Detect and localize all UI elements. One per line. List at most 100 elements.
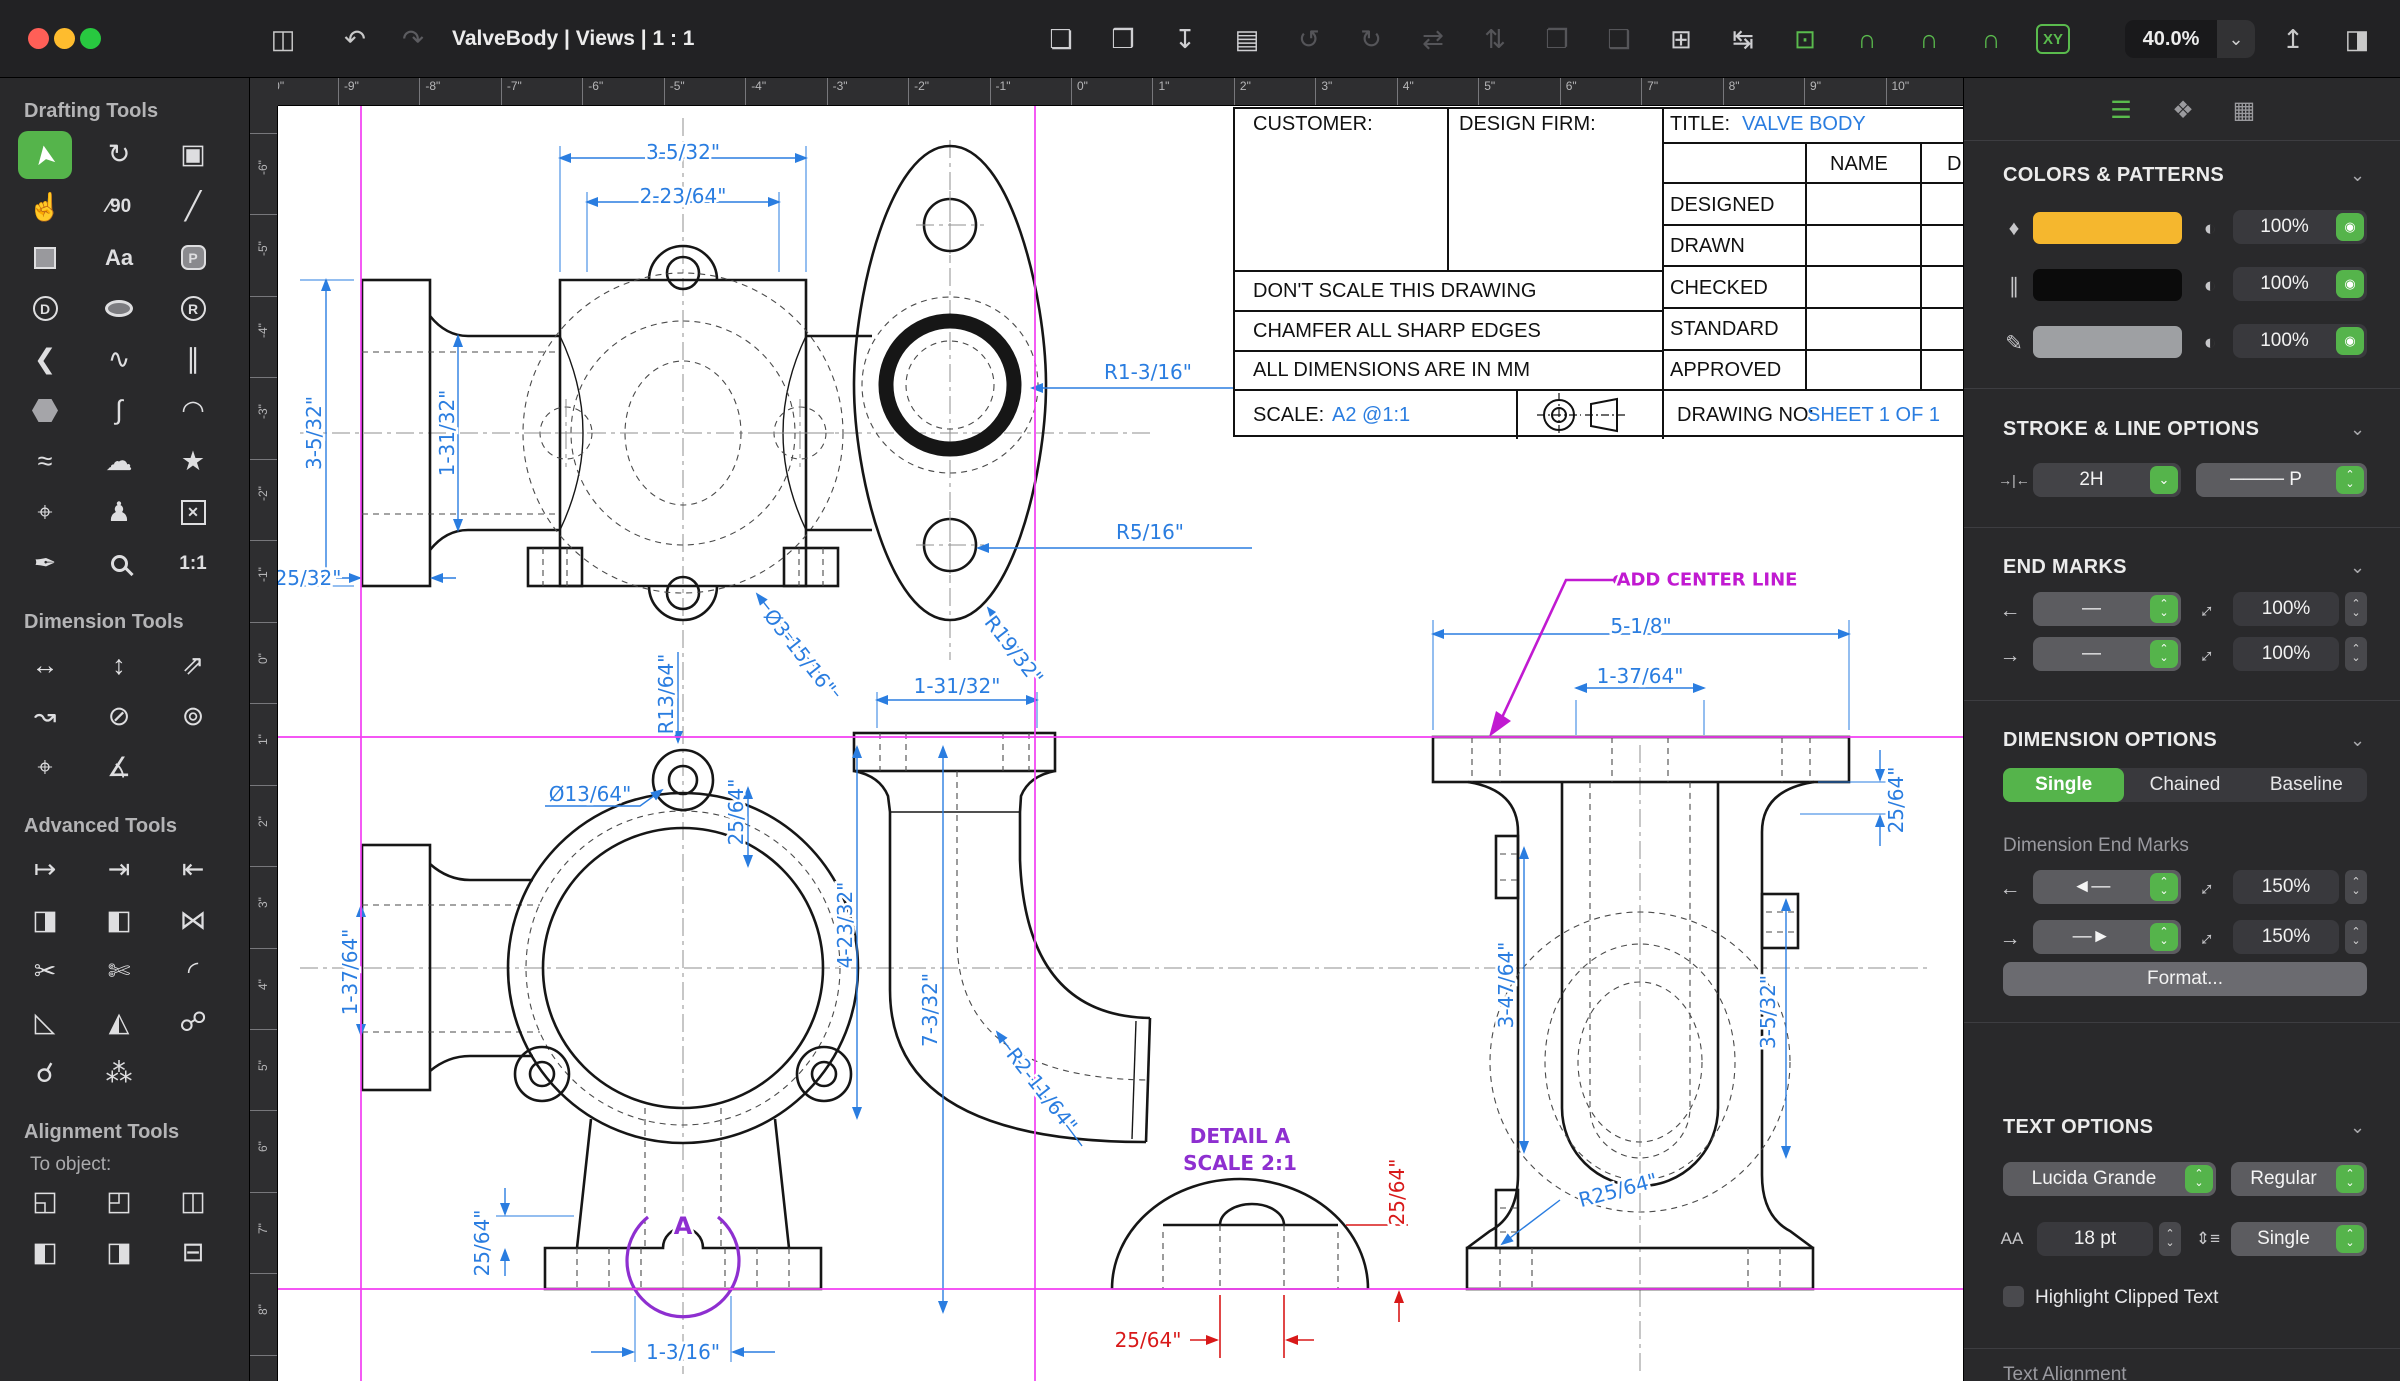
stepper-control[interactable]: ⌃ ⌄ — [2159, 1222, 2181, 1256]
font-family-dropdown[interactable]: Lucida Grande ⌃ ⌄ — [2003, 1162, 2216, 1196]
tool-rotate[interactable]: ↻ — [88, 129, 150, 180]
pencil-color-swatch[interactable] — [2033, 326, 2182, 358]
line-style-dropdown[interactable]: ──── P ⌃ ⌄ — [2196, 463, 2367, 497]
tool-parallel-lines[interactable]: ∥ — [162, 334, 224, 385]
tool-circle-diameter[interactable]: D — [14, 283, 76, 334]
contrast-icon[interactable]: ◐ — [2197, 274, 2223, 298]
stepper-control[interactable]: ⌃ ⌄ — [2345, 920, 2367, 954]
tool-vertical-dimension[interactable]: ↕ — [88, 640, 150, 691]
text-options-header[interactable]: TEXT OPTIONS — [2003, 1116, 2153, 1139]
tool-ratio[interactable]: 1:1 — [162, 538, 224, 589]
new-file-icon[interactable]: ❏ — [1038, 16, 1084, 62]
tool-rounded-rect[interactable]: R — [162, 283, 224, 334]
title-value[interactable]: VALVE BODY — [1742, 113, 1866, 136]
chevron-down-icon[interactable]: ⌄ — [2217, 20, 2255, 58]
stepper-control[interactable]: ⌃ ⌄ — [2345, 592, 2367, 626]
open-folder-icon[interactable]: ❒ — [1100, 16, 1146, 62]
tab-swatches[interactable]: ▦ — [2222, 90, 2266, 130]
tool-ellipse[interactable] — [88, 283, 150, 334]
slider-icon[interactable]: ◉ — [2336, 270, 2364, 298]
insert-table-icon[interactable]: ⊞ — [1658, 16, 1704, 62]
format-button[interactable]: Format... — [2003, 962, 2367, 996]
tool-arrow-shape[interactable]: ❮ — [14, 334, 76, 385]
tool-boolean-subtract[interactable]: ◧ — [88, 895, 150, 946]
tool-boolean-union[interactable]: ◨ — [14, 895, 76, 946]
tool-line[interactable]: ╱ — [162, 181, 224, 232]
tool-align-left[interactable]: ◧ — [14, 1227, 76, 1278]
slider-icon[interactable]: ◉ — [2336, 327, 2364, 355]
tool-diameter-dimension[interactable]: ⊘ — [88, 691, 150, 742]
tool-join-paths[interactable]: ⋈ — [162, 895, 224, 946]
tool-mirror[interactable]: ◭ — [88, 997, 150, 1048]
fill-color-swatch[interactable] — [2033, 212, 2182, 244]
start-mark-scale-field[interactable]: 100% — [2233, 592, 2339, 626]
colors-patterns-header[interactable]: COLORS & PATTERNS — [2003, 164, 2224, 187]
print-icon[interactable]: ▤ — [1224, 16, 1270, 62]
stepper-control[interactable]: ⌃ ⌄ — [2345, 637, 2367, 671]
close-button[interactable] — [28, 28, 49, 49]
vertical-ruler[interactable]: -6"-5"-4"-3"-2"-1"0"1"2"3"4"5"6"7"8"9" — [250, 106, 278, 1381]
stroke-options-header[interactable]: STROKE & LINE OPTIONS — [2003, 418, 2259, 441]
line-spacing-dropdown[interactable]: Single ⌃ ⌄ — [2231, 1222, 2367, 1256]
tool-select[interactable]: ➤ — [18, 131, 72, 179]
mode-baseline[interactable]: Baseline — [2246, 768, 2367, 802]
tool-align-bottom[interactable]: ◱ — [14, 1176, 76, 1227]
end-mark-scale-field[interactable]: 100% — [2233, 637, 2339, 671]
tool-point[interactable]: ⌖ — [14, 487, 76, 538]
stepper-control[interactable]: ⌃ ⌄ — [2345, 870, 2367, 904]
tab-style[interactable]: ☰ — [2099, 90, 2143, 130]
snap-to-vertical-icon[interactable]: ∩ — [1906, 16, 1952, 62]
dimension-options-header[interactable]: DIMENSION OPTIONS — [2003, 729, 2217, 752]
scale-value[interactable]: A2 @1:1 — [1332, 404, 1410, 427]
dim-end-scale-field[interactable]: 150% — [2233, 920, 2339, 954]
tool-star[interactable]: ★ — [162, 436, 224, 487]
zoom-window-button[interactable] — [80, 28, 101, 49]
dim-end-mark-dropdown[interactable]: —► ⌃ ⌄ — [2033, 920, 2181, 954]
tool-rectangle[interactable] — [14, 232, 76, 283]
tool-angle-dimension[interactable]: ∡ — [88, 742, 150, 793]
tool-eyedropper[interactable]: ✒ — [14, 538, 76, 589]
chevron-down-icon[interactable]: ⌄ — [2350, 557, 2365, 578]
tool-horizontal-dimension[interactable]: ↔ — [14, 640, 76, 691]
tool-blob[interactable]: ☁ — [88, 436, 150, 487]
snap-to-horizontal-icon[interactable]: ∩ — [1844, 16, 1890, 62]
tool-chamfer[interactable]: ◺ — [14, 997, 76, 1048]
tool-hand[interactable]: ☝ — [14, 181, 76, 232]
end-mark-dropdown[interactable]: — ⌃ ⌄ — [2033, 637, 2181, 671]
mode-chained[interactable]: Chained — [2124, 768, 2245, 802]
tool-align-center-horizontal[interactable]: ◫ — [162, 1176, 224, 1227]
tool-polygon[interactable] — [14, 385, 76, 436]
resize-icon[interactable]: ↕ — [2189, 638, 2224, 673]
resize-icon[interactable]: ↕ — [2189, 593, 2224, 628]
dimension-lines-icon[interactable]: ↹ — [1720, 16, 1766, 62]
tool-freehand[interactable]: ≈ — [14, 436, 76, 487]
tool-text[interactable]: Aa — [88, 232, 150, 283]
tool-unlink-all[interactable]: ⁂ — [88, 1048, 150, 1099]
tab-layers[interactable]: ❖ — [2161, 90, 2205, 130]
pen-hardness-dropdown[interactable]: 2H ⌄ — [2033, 463, 2181, 497]
sidebar-toggle-icon[interactable]: ◫ — [262, 18, 304, 60]
tool-transform[interactable]: ▣ — [162, 129, 224, 180]
chevron-down-icon[interactable]: ⌄ — [2350, 1117, 2365, 1138]
drawing-no-value[interactable]: SHEET 1 OF 1 — [1807, 404, 1940, 427]
share-button[interactable]: ↥ — [2272, 18, 2314, 60]
chevron-down-icon[interactable]: ⌄ — [2350, 165, 2365, 186]
undo-button[interactable]: ↶ — [334, 18, 376, 60]
chevron-down-icon[interactable]: ⌄ — [2350, 419, 2365, 440]
resize-icon[interactable]: ↕ — [2189, 921, 2224, 956]
tool-arc[interactable]: ◠ — [162, 385, 224, 436]
pencil-opacity-field[interactable]: 100% ◉ — [2233, 324, 2367, 358]
zoom-control[interactable]: 40.0% ⌄ — [2125, 20, 2255, 58]
tool-extend-left[interactable]: ⇥ — [88, 844, 150, 895]
fill-opacity-field[interactable]: 100% ◉ — [2233, 210, 2367, 244]
horizontal-ruler[interactable]: -10"-9"-8"-7"-6"-5"-4"-3"-2"-1"0"1"2"3"4… — [250, 78, 1963, 106]
minimize-button[interactable] — [54, 28, 75, 49]
tool-diagonal-dimension[interactable]: ⇗ — [162, 640, 224, 691]
snap-xy-icon[interactable]: XY — [2036, 24, 2070, 54]
tool-align-right[interactable]: ◨ — [88, 1227, 150, 1278]
tool-cut[interactable]: ✂ — [14, 946, 76, 997]
annotation-text[interactable]: ADD CENTER LINE — [1617, 570, 1798, 591]
font-size-field[interactable]: 18 pt — [2037, 1222, 2153, 1256]
tool-bezier[interactable]: ∫ — [88, 385, 150, 436]
dim-start-mark-dropdown[interactable]: ◄— ⌃ ⌄ — [2033, 870, 2181, 904]
